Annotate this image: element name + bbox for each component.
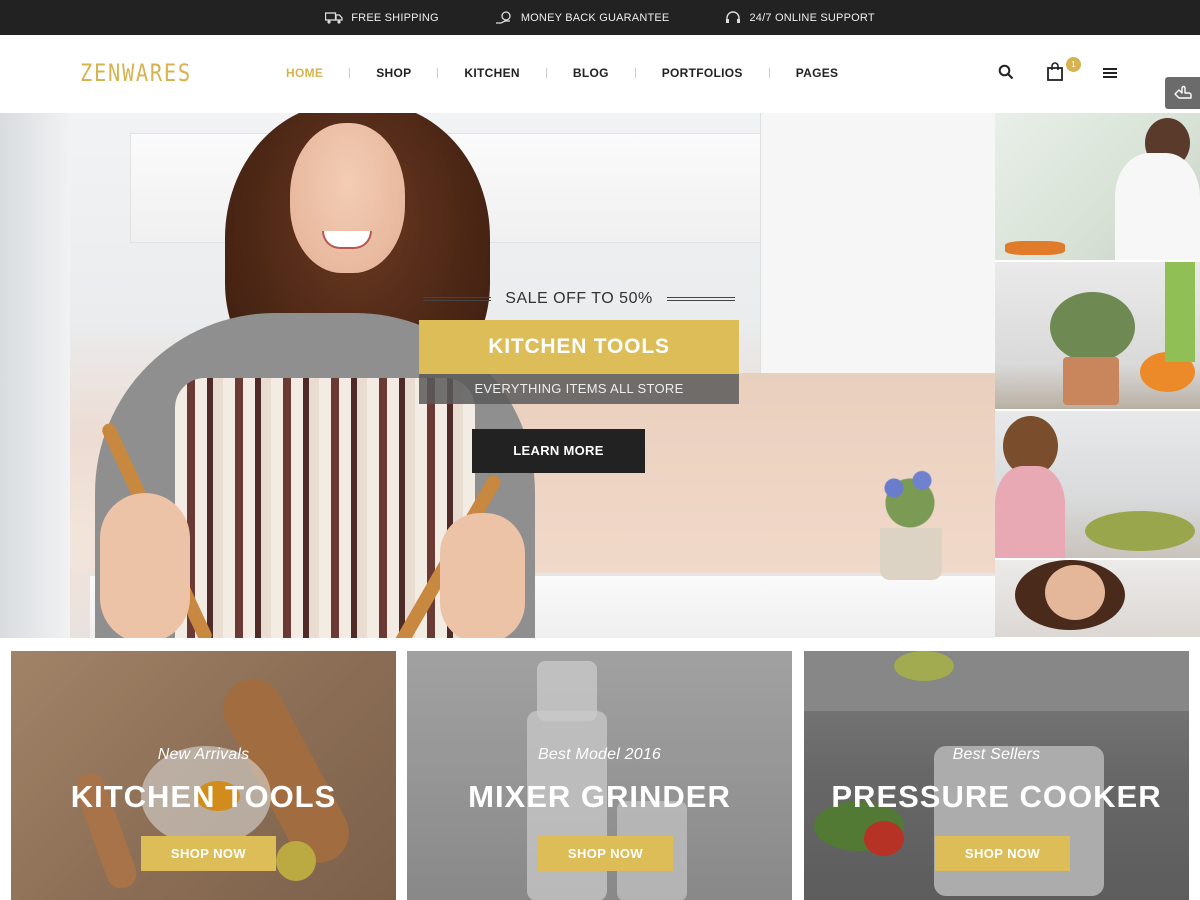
category-banner-kitchen-tools[interactable]: New Arrivals KITCHEN TOOLS SHOP NOW <box>11 651 396 900</box>
hamburger-menu-icon[interactable] <box>1103 66 1117 84</box>
nav-item-portfolios[interactable]: PORTFOLIOS <box>636 63 769 83</box>
decorative-rule <box>666 297 735 301</box>
shop-now-button[interactable]: SHOP NOW <box>141 836 276 871</box>
top-info-bar: FREE SHIPPING MONEY BACK GUARANTEE 24/7 … <box>0 0 1200 35</box>
hero-background-cabinet <box>760 113 995 373</box>
nav-item-pages[interactable]: PAGES <box>770 63 865 83</box>
hero-title: KITCHEN TOOLS <box>419 320 739 374</box>
headset-icon <box>726 10 741 23</box>
site-logo[interactable]: ZENWARES <box>80 59 192 87</box>
free-shipping-label: FREE SHIPPING <box>351 11 439 24</box>
category-banner-pressure-cooker[interactable]: Best Sellers PRESSURE COOKER SHOP NOW <box>804 651 1189 900</box>
hero-background-fridge <box>0 113 70 638</box>
money-hand-icon <box>495 10 511 24</box>
category-banner-mixer-grinder[interactable]: Best Model 2016 MIXER GRINDER SHOP NOW <box>407 651 792 900</box>
hero-model-arm <box>100 493 190 638</box>
online-support-label: 24/7 ONLINE SUPPORT <box>749 11 875 24</box>
free-shipping-notice: FREE SHIPPING <box>325 12 439 24</box>
truck-icon <box>325 11 343 24</box>
money-back-label: MONEY BACK GUARANTEE <box>520 11 670 24</box>
sale-line: SALE OFF TO 50% <box>419 288 739 310</box>
hero-thumbnail-strip <box>995 113 1200 638</box>
hero-model-face <box>290 123 405 273</box>
cart-count-badge: 1 <box>1066 57 1081 72</box>
category-title: PRESSURE COOKER <box>831 779 1162 814</box>
hero-subtitle: EVERYTHING ITEMS ALL STORE <box>419 374 739 404</box>
category-subtitle: New Arrivals <box>157 746 250 763</box>
main-nav: HOME SHOP KITCHEN BLOG PORTFOLIOS PAGES <box>260 63 864 83</box>
category-subtitle: Best Sellers <box>952 746 1041 763</box>
category-title: KITCHEN TOOLS <box>70 779 337 814</box>
hero-banner: SALE OFF TO 50% KITCHEN TOOLS EVERYTHING… <box>0 113 995 638</box>
hero-thumbnail-smiling-woman[interactable] <box>995 560 1200 638</box>
hero-thumbnail-cooking[interactable] <box>995 411 1200 559</box>
hero-caption: SALE OFF TO 50% KITCHEN TOOLS EVERYTHING… <box>419 288 739 404</box>
bag-icon[interactable] <box>1046 62 1064 87</box>
site-header: ZENWARES HOME SHOP KITCHEN BLOG PORTFOLI… <box>0 35 1200 113</box>
money-back-notice: MONEY BACK GUARANTEE <box>495 10 670 25</box>
hero-thumbnail-chef[interactable] <box>995 113 1200 261</box>
nav-item-shop[interactable]: SHOP <box>350 63 437 83</box>
online-support-notice: 24/7 ONLINE SUPPORT <box>725 10 875 25</box>
hero-flower-pot <box>880 528 942 580</box>
sale-text: SALE OFF TO 50% <box>505 290 653 307</box>
pointer-hand-icon <box>1173 85 1192 99</box>
nav-item-home[interactable]: HOME <box>260 63 349 83</box>
search-icon[interactable] <box>998 64 1014 85</box>
settings-panel-toggle[interactable] <box>1165 77 1200 109</box>
hero-flower-plant <box>870 458 950 533</box>
hero-thumbnail-plants[interactable] <box>995 262 1200 410</box>
nav-item-kitchen[interactable]: KITCHEN <box>438 63 545 83</box>
category-title: MIXER GRINDER <box>468 779 731 814</box>
shop-now-button[interactable]: SHOP NOW <box>538 836 673 871</box>
category-subtitle: Best Model 2016 <box>537 746 662 763</box>
nav-item-blog[interactable]: BLOG <box>547 63 635 83</box>
decorative-rule <box>423 297 492 301</box>
hero-model-arm <box>440 513 525 638</box>
learn-more-button[interactable]: LEARN MORE <box>472 429 645 473</box>
shop-now-button[interactable]: SHOP NOW <box>935 836 1070 871</box>
